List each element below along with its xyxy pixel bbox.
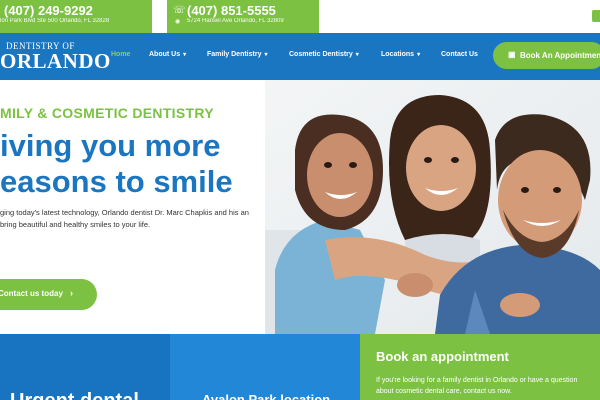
- book-appointment-button[interactable]: ▣ Book An Appointment: [493, 42, 600, 69]
- hero-eyebrow: MILY & COSMETIC DENTISTRY: [0, 105, 214, 121]
- logo-wordmark: ORLANDO: [0, 49, 111, 73]
- calendar-icon: ▣: [508, 50, 516, 59]
- hero-headline: iving you more easons to smile: [0, 128, 233, 200]
- nav-family-dentistry[interactable]: Family Dentistry ▾: [207, 51, 267, 58]
- contact-topbar: (407) 249-9292 lon Park Blvd Ste 500 Orl…: [0, 0, 600, 33]
- book-card-title: Book an appointment: [376, 349, 509, 364]
- hero-lead-text: ging today's latest technology, Orlando …: [0, 208, 249, 229]
- page: (407) 249-9292 lon Park Blvd Ste 500 Orl…: [0, 0, 600, 400]
- headline-line-1: iving you more: [0, 128, 221, 163]
- family-photo: [265, 80, 600, 334]
- chevron-down-icon: ▾: [417, 52, 421, 58]
- phone-box-hansel[interactable]: ☏ (407) 851-5555 ◉ 5724 Hansel Ave Orlan…: [167, 0, 319, 33]
- contact-us-label: Contact us today: [0, 289, 63, 298]
- chevron-down-icon: ▾: [264, 52, 268, 58]
- nav-home[interactable]: Home: [111, 51, 130, 58]
- nav-locations-label: Locations: [381, 51, 415, 58]
- nav-family-label: Family Dentistry: [207, 51, 262, 58]
- address-2: 5724 Hansel Ave Orlando, FL 32809: [187, 18, 284, 24]
- nav-cosmetic-dentistry[interactable]: Cosmetic Dentistry ▾: [289, 51, 359, 58]
- chevron-down-icon: ▾: [183, 52, 187, 58]
- nav-locations[interactable]: Locations ▾: [381, 51, 420, 58]
- location-pin-icon: ◉: [175, 19, 181, 25]
- contact-us-button[interactable]: Contact us today ›: [0, 279, 97, 310]
- logo[interactable]: DENTISTRY OF ORLANDO: [0, 41, 110, 73]
- headline-line-2: easons to smile: [0, 164, 233, 199]
- nav-cosmetic-label: Cosmetic Dentistry: [289, 51, 353, 58]
- chevron-down-icon: ▾: [355, 52, 359, 58]
- book-appointment-card[interactable]: Book an appointment If you're looking fo…: [360, 334, 600, 400]
- avalon-park-title: Avalon Park location: [202, 392, 331, 400]
- hero-section: MILY & COSMETIC DENTISTRY iving you more…: [0, 80, 600, 334]
- phone-number-1[interactable]: (407) 249-9292: [4, 3, 93, 18]
- book-card-text: If you're looking for a family dentist i…: [376, 377, 578, 395]
- phone-box-avalon[interactable]: (407) 249-9292 lon Park Blvd Ste 500 Orl…: [0, 0, 152, 33]
- phone-number-2[interactable]: (407) 851-5555: [187, 3, 276, 18]
- address-1: lon Park Blvd Ste 500 Orlando, FL 32828: [0, 18, 110, 24]
- main-navbar: DENTISTRY OF ORLANDO Home About Us ▾ Fami…: [0, 33, 600, 80]
- side-tab[interactable]: [592, 10, 600, 22]
- nav-about[interactable]: About Us ▾: [149, 51, 186, 58]
- nav-about-label: About Us: [149, 51, 181, 58]
- urgent-dental-title: Urgent dental: [10, 390, 139, 400]
- avalon-park-card[interactable]: Avalon Park location: [170, 334, 360, 400]
- urgent-dental-card[interactable]: Urgent dental: [0, 334, 170, 400]
- phone-icon: ☏: [173, 5, 186, 16]
- book-appointment-label: Book An Appointment: [520, 51, 600, 60]
- nav-contact[interactable]: Contact Us: [441, 51, 478, 58]
- chevron-right-icon: ›: [70, 288, 73, 298]
